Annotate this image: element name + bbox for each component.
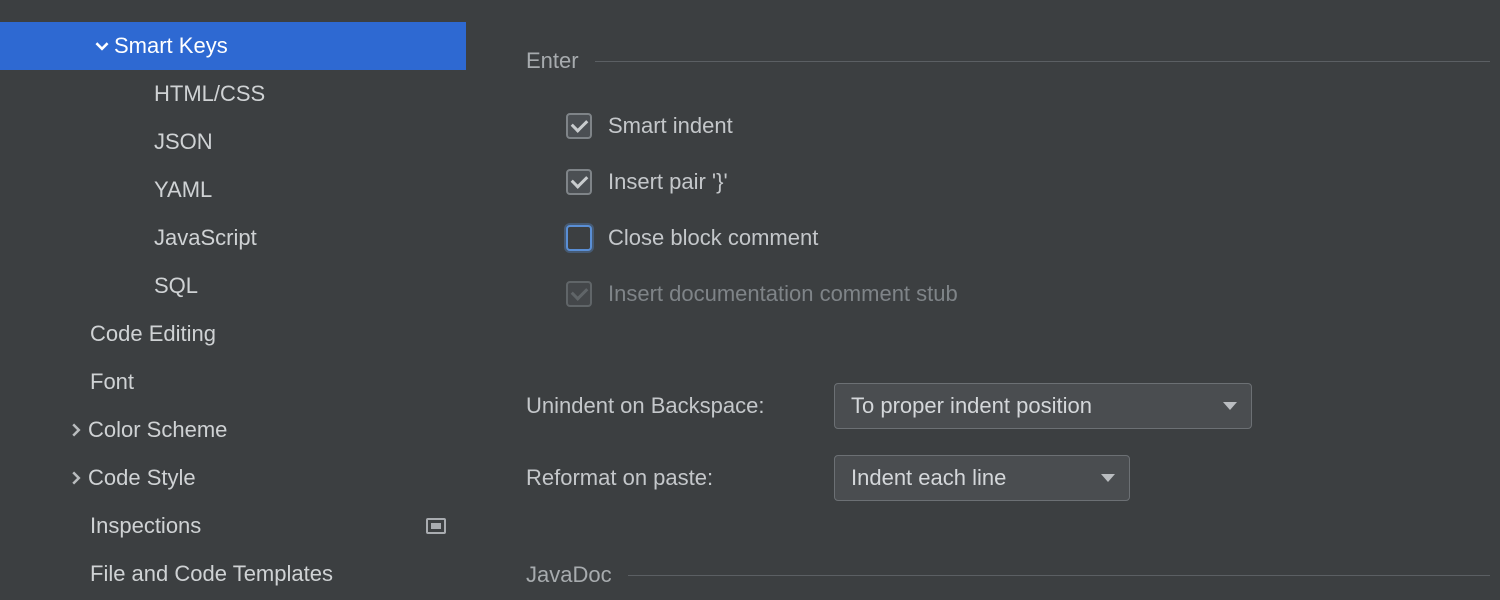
checkbox-label: Smart indent bbox=[608, 113, 733, 139]
form-label: Unindent on Backspace: bbox=[526, 393, 834, 419]
sidebar-item-sql[interactable]: SQL bbox=[0, 262, 466, 310]
group-header-javadoc: JavaDoc bbox=[526, 562, 1490, 588]
select-unindent-backspace[interactable]: To proper indent position bbox=[834, 383, 1252, 429]
sidebar-item-label: Color Scheme bbox=[88, 417, 227, 443]
settings-sidebar: Smart Keys HTML/CSS JSON YAML JavaScript… bbox=[0, 0, 466, 600]
group-title: JavaDoc bbox=[526, 562, 612, 588]
select-value: Indent each line bbox=[851, 465, 1006, 491]
sidebar-item-smart-keys[interactable]: Smart Keys bbox=[0, 22, 466, 70]
sidebar-item-label: Code Style bbox=[88, 465, 196, 491]
checkbox-close-block-comment[interactable] bbox=[566, 225, 592, 251]
group-header-enter: Enter bbox=[526, 48, 1490, 74]
chevron-right-icon bbox=[64, 423, 88, 437]
sidebar-item-code-style[interactable]: Code Style bbox=[0, 454, 466, 502]
sidebar-item-color-scheme[interactable]: Color Scheme bbox=[0, 406, 466, 454]
separator-line bbox=[628, 575, 1490, 576]
sidebar-item-font[interactable]: Font bbox=[0, 358, 466, 406]
sidebar-item-label: YAML bbox=[154, 177, 212, 203]
sidebar-item-file-templates[interactable]: File and Code Templates bbox=[0, 550, 466, 598]
caret-down-icon bbox=[1101, 474, 1115, 482]
select-reformat-on-paste[interactable]: Indent each line bbox=[834, 455, 1130, 501]
group-title: Enter bbox=[526, 48, 579, 74]
chevron-down-icon bbox=[90, 39, 114, 53]
chevron-right-icon bbox=[64, 471, 88, 485]
caret-down-icon bbox=[1223, 402, 1237, 410]
option-unindent-backspace: Unindent on Backspace: To proper indent … bbox=[526, 370, 1490, 442]
profile-scheme-icon bbox=[426, 518, 446, 534]
checkbox-insert-doc-stub bbox=[566, 281, 592, 307]
sidebar-item-label: Font bbox=[90, 369, 134, 395]
sidebar-item-json[interactable]: JSON bbox=[0, 118, 466, 166]
sidebar-item-label: Smart Keys bbox=[114, 33, 228, 59]
separator-line bbox=[595, 61, 1490, 62]
option-reformat-on-paste: Reformat on paste: Indent each line bbox=[526, 442, 1490, 514]
sidebar-item-label: SQL bbox=[154, 273, 198, 299]
select-value: To proper indent position bbox=[851, 393, 1092, 419]
sidebar-item-inspections[interactable]: Inspections bbox=[0, 502, 466, 550]
sidebar-item-label: Code Editing bbox=[90, 321, 216, 347]
checkbox-label: Close block comment bbox=[608, 225, 818, 251]
option-close-block-comment: Close block comment bbox=[526, 210, 1490, 266]
option-smart-indent: Smart indent bbox=[526, 98, 1490, 154]
checkbox-insert-pair-brace[interactable] bbox=[566, 169, 592, 195]
sidebar-item-yaml[interactable]: YAML bbox=[0, 166, 466, 214]
sidebar-item-label: File and Code Templates bbox=[90, 561, 333, 587]
option-insert-doc-stub: Insert documentation comment stub bbox=[526, 266, 1490, 322]
settings-panel: Enter Smart indent Insert pair '}' Close… bbox=[466, 0, 1500, 600]
sidebar-item-label: JSON bbox=[154, 129, 213, 155]
form-label: Reformat on paste: bbox=[526, 465, 834, 491]
sidebar-item-javascript[interactable]: JavaScript bbox=[0, 214, 466, 262]
sidebar-item-label: HTML/CSS bbox=[154, 81, 265, 107]
checkbox-smart-indent[interactable] bbox=[566, 113, 592, 139]
sidebar-item-html-css[interactable]: HTML/CSS bbox=[0, 70, 466, 118]
checkbox-label: Insert pair '}' bbox=[608, 169, 728, 195]
option-insert-pair-brace: Insert pair '}' bbox=[526, 154, 1490, 210]
sidebar-item-label: Inspections bbox=[90, 513, 201, 539]
sidebar-item-code-editing[interactable]: Code Editing bbox=[0, 310, 466, 358]
checkbox-label: Insert documentation comment stub bbox=[608, 281, 958, 307]
sidebar-item-label: JavaScript bbox=[154, 225, 257, 251]
